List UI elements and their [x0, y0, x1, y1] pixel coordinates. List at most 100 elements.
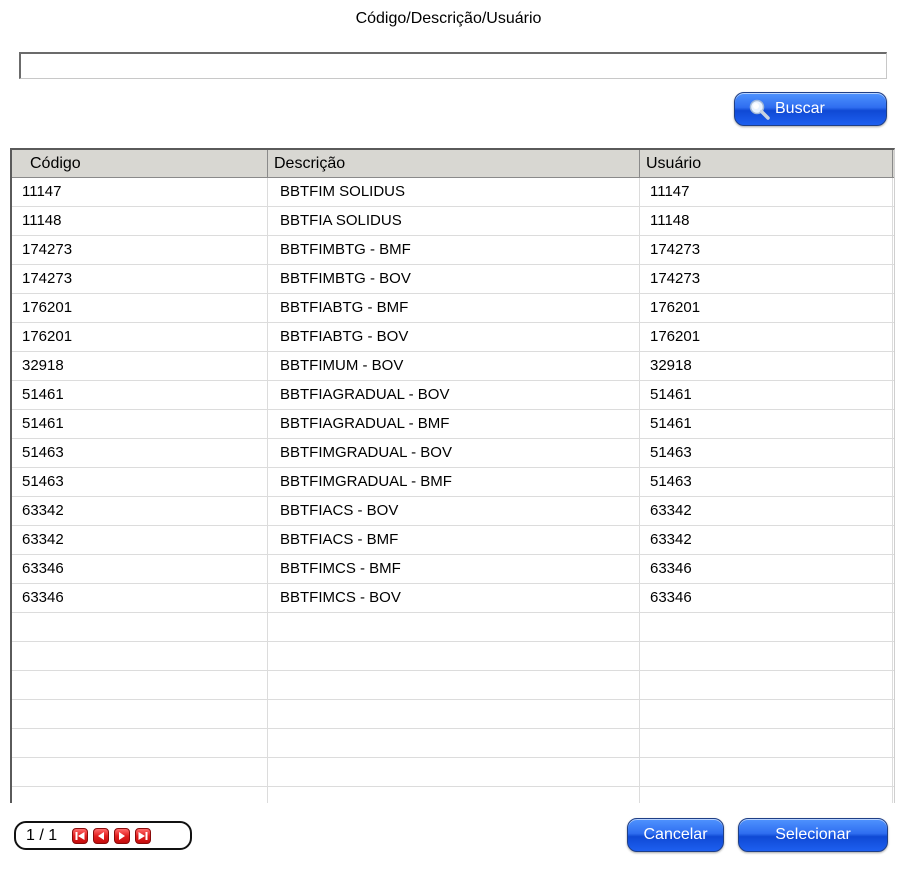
search-button-label: Buscar [775, 100, 825, 117]
column-header-usuario[interactable]: Usuário [640, 150, 893, 177]
cell-descricao: BBTFIMBTG - BOV [268, 265, 640, 293]
empty-cell [12, 758, 268, 786]
first-page-icon [75, 832, 85, 840]
cell-descricao: BBTFIMCS - BMF [268, 555, 640, 583]
magnifier-icon [749, 99, 770, 120]
cell-codigo: 51461 [12, 410, 268, 438]
cell-usuario: 174273 [640, 236, 893, 264]
page-indicator: 1 / 1 [26, 827, 58, 844]
empty-cell [640, 729, 893, 757]
empty-row [12, 758, 894, 787]
empty-cell [12, 671, 268, 699]
empty-row [12, 613, 894, 642]
cell-descricao: BBTFIAGRADUAL - BMF [268, 410, 640, 438]
cell-descricao: BBTFIABTG - BMF [268, 294, 640, 322]
empty-row [12, 700, 894, 729]
table-row[interactable]: 174273 BBTFIMBTG - BOV 174273 [12, 265, 894, 294]
cell-descricao: BBTFIABTG - BOV [268, 323, 640, 351]
cell-codigo: 11148 [12, 207, 268, 235]
cell-usuario: 51461 [640, 381, 893, 409]
cell-usuario: 63342 [640, 497, 893, 525]
table-row[interactable]: 176201 BBTFIABTG - BOV 176201 [12, 323, 894, 352]
empty-row [12, 729, 894, 758]
empty-cell [12, 700, 268, 728]
search-button[interactable]: Buscar [734, 92, 887, 126]
empty-cell [268, 642, 640, 670]
empty-cell [640, 787, 893, 803]
cell-usuario: 63346 [640, 555, 893, 583]
cell-descricao: BBTFIACS - BOV [268, 497, 640, 525]
cell-usuario: 176201 [640, 294, 893, 322]
cell-usuario: 63342 [640, 526, 893, 554]
cell-codigo: 63346 [12, 555, 268, 583]
cell-codigo: 174273 [12, 236, 268, 264]
cell-descricao: BBTFIMBTG - BMF [268, 236, 640, 264]
table-row[interactable]: 63342 BBTFIACS - BOV 63342 [12, 497, 894, 526]
empty-cell [640, 758, 893, 786]
results-grid: Código Descrição Usuário 11147 BBTFIM SOL… [10, 148, 895, 803]
empty-cell [640, 642, 893, 670]
table-row[interactable]: 11147 BBTFIM SOLIDUS 11147 [12, 178, 894, 207]
table-row[interactable]: 51463 BBTFIMGRADUAL - BOV 51463 [12, 439, 894, 468]
table-row[interactable]: 63346 BBTFIMCS - BMF 63346 [12, 555, 894, 584]
cell-usuario: 51463 [640, 468, 893, 496]
cell-descricao: BBTFIMGRADUAL - BMF [268, 468, 640, 496]
pager: 1 / 1 [14, 821, 192, 850]
empty-cell [640, 613, 893, 641]
grid-rows: 11147 BBTFIM SOLIDUS 11147 11148 BBTFIA SOLI… [12, 178, 894, 803]
prev-page-button[interactable] [93, 828, 109, 844]
cell-codigo: 11147 [12, 178, 268, 206]
last-page-icon [138, 832, 148, 840]
cell-codigo: 32918 [12, 352, 268, 380]
column-header-codigo[interactable]: Código [12, 150, 268, 177]
column-header-descricao[interactable]: Descrição [268, 150, 640, 177]
cell-usuario: 63346 [640, 584, 893, 612]
table-row[interactable]: 176201 BBTFIABTG - BMF 176201 [12, 294, 894, 323]
cell-descricao: BBTFIMCS - BOV [268, 584, 640, 612]
table-row[interactable]: 174273 BBTFIMBTG - BMF 174273 [12, 236, 894, 265]
cell-usuario: 11147 [640, 178, 893, 206]
table-row[interactable]: 51461 BBTFIAGRADUAL - BOV 51461 [12, 381, 894, 410]
prev-page-icon [98, 832, 104, 840]
cell-descricao: BBTFIMUM - BOV [268, 352, 640, 380]
cell-descricao: BBTFIACS - BMF [268, 526, 640, 554]
empty-cell [12, 642, 268, 670]
table-row[interactable]: 32918 BBTFIMUM - BOV 32918 [12, 352, 894, 381]
search-input[interactable] [19, 52, 887, 79]
cell-codigo: 174273 [12, 265, 268, 293]
cell-codigo: 176201 [12, 323, 268, 351]
cell-codigo: 51463 [12, 468, 268, 496]
cell-usuario: 176201 [640, 323, 893, 351]
empty-cell [268, 613, 640, 641]
empty-cell [12, 613, 268, 641]
cell-descricao: BBTFIA SOLIDUS [268, 207, 640, 235]
cell-codigo: 51463 [12, 439, 268, 467]
next-page-icon [119, 832, 125, 840]
cell-codigo: 63346 [12, 584, 268, 612]
empty-cell [268, 700, 640, 728]
cell-descricao: BBTFIM SOLIDUS [268, 178, 640, 206]
cell-usuario: 11148 [640, 207, 893, 235]
cell-codigo: 176201 [12, 294, 268, 322]
empty-cell [268, 729, 640, 757]
grid-header: Código Descrição Usuário [12, 150, 894, 178]
table-row[interactable]: 51463 BBTFIMGRADUAL - BMF 51463 [12, 468, 894, 497]
next-page-button[interactable] [114, 828, 130, 844]
cell-usuario: 51463 [640, 439, 893, 467]
cell-descricao: BBTFIMGRADUAL - BOV [268, 439, 640, 467]
table-row[interactable]: 11148 BBTFIA SOLIDUS 11148 [12, 207, 894, 236]
last-page-button[interactable] [135, 828, 151, 844]
table-row[interactable]: 63346 BBTFIMCS - BOV 63346 [12, 584, 894, 613]
cell-usuario: 174273 [640, 265, 893, 293]
empty-cell [640, 671, 893, 699]
empty-cell [268, 787, 640, 803]
empty-cell [640, 700, 893, 728]
table-row[interactable]: 51461 BBTFIAGRADUAL - BMF 51461 [12, 410, 894, 439]
cell-codigo: 63342 [12, 526, 268, 554]
empty-row [12, 671, 894, 700]
first-page-button[interactable] [72, 828, 88, 844]
select-button[interactable]: Selecionar [738, 818, 888, 852]
empty-cell [12, 729, 268, 757]
table-row[interactable]: 63342 BBTFIACS - BMF 63342 [12, 526, 894, 555]
cancel-button[interactable]: Cancelar [627, 818, 724, 852]
